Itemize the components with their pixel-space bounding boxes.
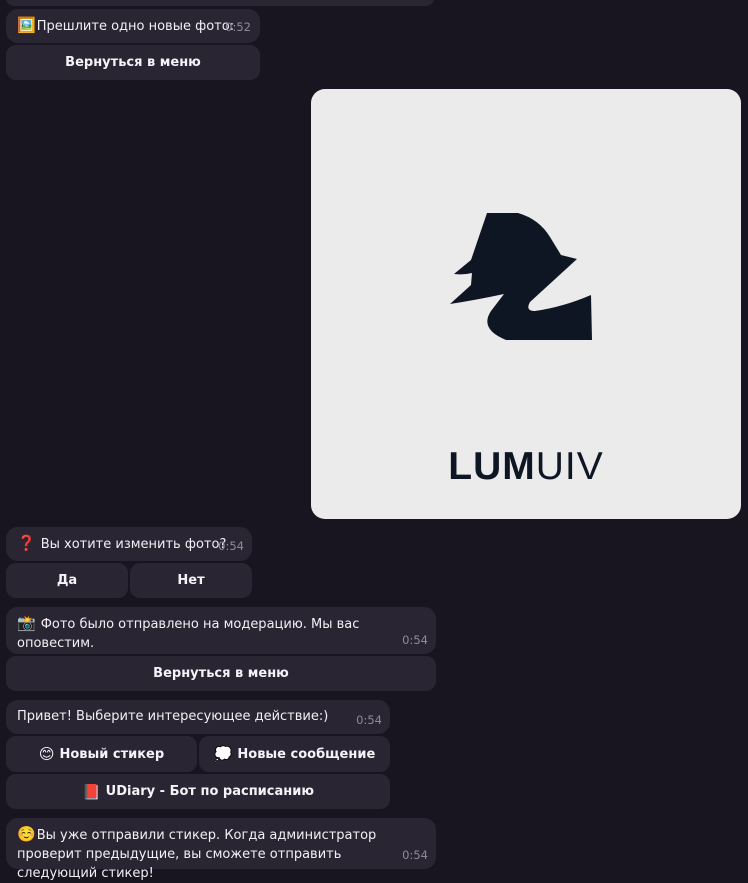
question-icon: ❓ (17, 534, 36, 552)
message-time: 0:54 (402, 848, 428, 862)
message-text: Привет! Выберите интересующее действие:) (17, 709, 329, 724)
camera-icon: 📸 (17, 614, 36, 632)
picture-icon: 🖼️ (17, 16, 36, 34)
button-label: Нет (177, 573, 205, 588)
logo-text: LUMUIV (448, 445, 604, 488)
new-sticker-button[interactable]: 😊 Новый стикер (6, 736, 197, 772)
message-bubble: Привет! Выберите интересующее действие:)… (6, 700, 390, 734)
message-bubble: 📸 Фото было отправлено на модерацию. Мы в… (6, 607, 436, 654)
yes-button[interactable]: Да (6, 563, 128, 598)
back-to-menu-button[interactable]: Вернуться в меню (6, 656, 436, 691)
back-to-menu-button[interactable]: Вернуться в меню (6, 45, 260, 80)
thought-bubble-icon: 💭 (213, 745, 233, 763)
photo-message[interactable]: LUMUIV (311, 89, 741, 519)
udiary-bot-button[interactable]: 📕 UDiary - Бот по расписанию (6, 774, 390, 809)
previous-message-bubble (6, 0, 434, 6)
button-label: Новые сообщение (237, 746, 376, 762)
smile-icon: 😊 (38, 745, 55, 763)
message-text: Вы хотите изменить фото? (40, 537, 227, 552)
message-text: Прешлите одно новые фото: (36, 19, 235, 34)
button-label: Новый стикер (59, 746, 165, 762)
button-label: UDiary - Бот по расписанию (105, 784, 315, 799)
message-time: 0:52 (225, 20, 251, 34)
message-bubble: ❓ Вы хотите изменить фото? 0:54 (6, 527, 252, 561)
message-time: 0:54 (218, 539, 244, 553)
red-book-icon: 📕 (81, 782, 101, 801)
message-time: 0:54 (356, 713, 382, 727)
relieved-face-icon: ☺️ (17, 825, 36, 843)
button-label: Вернуться в меню (65, 55, 201, 70)
new-message-button[interactable]: 💭 Новые сообщение (199, 736, 390, 772)
button-label: Вернуться в меню (153, 666, 289, 681)
message-bubble: 🖼️Прешлите одно новые фото: 0:52 (6, 9, 260, 43)
message-text: Вы уже отправили стикер. Когда администр… (17, 828, 377, 881)
message-time: 0:54 (402, 633, 428, 647)
message-bubble: ☺️Вы уже отправили стикер. Когда админис… (6, 818, 436, 881)
message-text: Фото было отправлено на модерацию. Мы ва… (17, 617, 360, 651)
no-button[interactable]: Нет (130, 563, 252, 598)
button-label: Да (56, 573, 78, 588)
